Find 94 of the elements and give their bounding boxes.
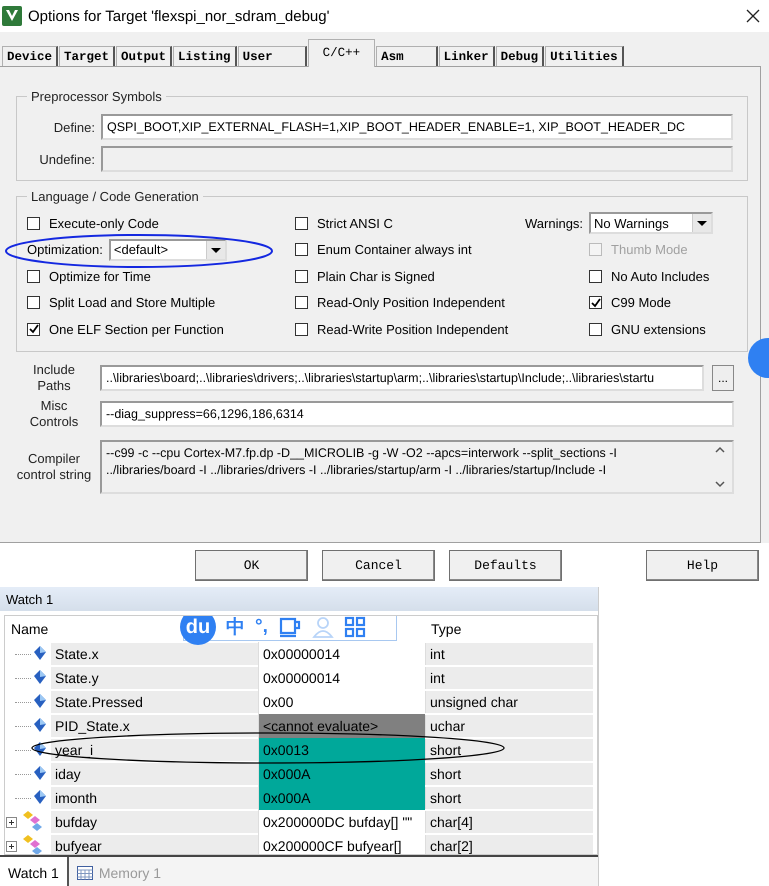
dropdown[interactable]: <default> xyxy=(108,238,227,261)
misc-controls-field[interactable]: --diag_suppress=66,1296,186,6314 xyxy=(100,400,734,426)
name-cell: bufday xyxy=(51,811,258,833)
type-cell: char[4] xyxy=(425,811,593,833)
value-cell: <cannot evaluate> xyxy=(258,714,425,738)
name-cell: State.x xyxy=(51,643,258,665)
group-title: Preprocessor Symbols xyxy=(30,89,163,104)
tab[interactable]: Listing xyxy=(173,46,237,66)
expand-icon[interactable] xyxy=(6,816,17,828)
checkbox[interactable] xyxy=(295,270,308,283)
table-icon xyxy=(76,866,93,880)
tab[interactable]: Debug xyxy=(496,46,544,66)
compiler-string-field[interactable]: --c99 -c --cpu Cortex-M7.fp.dp -D__MICROLIB -g -W -O2 --apcs=interwork --split_sections -I ../libraries/board -I ../libraries/drivers -I ../libraries/startup/arm -I ../libraries/startup/Include -I xyxy=(100,440,734,494)
dialog-button[interactable]: Defaults xyxy=(449,550,562,580)
type-cell: short xyxy=(425,787,593,809)
define-field[interactable]: QSPI_BOOT,XIP_EXTERNAL_FLASH=1,XIP_BOOT_HEADER_ENABLE=1, XIP_BOOT_HEADER_DC xyxy=(101,114,733,140)
checkbox-label: Optimize for Time xyxy=(49,268,151,284)
checkbox[interactable] xyxy=(295,296,308,310)
checkbox-label: Strict ANSI C xyxy=(317,216,393,231)
cup-icon[interactable] xyxy=(278,616,302,639)
name-cell: State.Pressed xyxy=(51,691,258,713)
type-cell: int xyxy=(425,667,593,689)
browse-button[interactable]: ... xyxy=(712,364,734,390)
tab[interactable]: Linker xyxy=(438,46,495,66)
type-cell: unsigned char xyxy=(425,691,593,713)
checkbox-label: GNU extensions xyxy=(611,322,706,337)
ime-button[interactable]: °, xyxy=(255,616,268,638)
checkbox-label: Plain Char is Signed xyxy=(317,268,435,284)
name-cell: State.y xyxy=(51,667,258,689)
panel-title: Watch 1 xyxy=(6,592,54,606)
name-cell: iday xyxy=(51,763,258,785)
checkbox-label: Enum Container always int xyxy=(317,242,472,258)
checkbox[interactable] xyxy=(27,296,40,310)
expand-icon[interactable] xyxy=(6,840,17,852)
field-label: Misc Controls xyxy=(28,398,80,430)
tab[interactable]: Utilities xyxy=(545,46,624,66)
checkbox-label: One ELF Section per Function xyxy=(49,322,224,337)
field-label: Include Paths xyxy=(32,362,76,394)
checkbox-label: Read-Only Position Independent xyxy=(317,295,505,310)
compiler-string-text: --c99 -c --cpu Cortex-M7.fp.dp -D__MICROLIB -g -W -O2 --apcs=interwork --split_sections -I ../libraries/board -I ../libraries/drivers -I ../libraries/startup/arm -I ../libraries/startup/Include -I xyxy=(106,444,618,479)
tab[interactable]: Output xyxy=(116,46,172,66)
ime-button[interactable]: 中 xyxy=(226,616,245,640)
checkbox-label: Execute-only Code xyxy=(49,216,159,231)
field-label: Undefine: xyxy=(38,152,95,166)
panel-tab[interactable]: Watch 1 xyxy=(0,857,69,886)
checkbox-label: Thumb Mode xyxy=(611,242,688,258)
checkbox[interactable] xyxy=(27,216,40,230)
field-label: Compiler control string xyxy=(16,450,92,482)
tab[interactable]: Asm xyxy=(376,46,438,66)
undefine-field[interactable] xyxy=(101,146,733,172)
group-title: Language / Code Generation xyxy=(30,189,200,204)
dropdown-label: Warnings: xyxy=(525,216,584,231)
column-header[interactable]: Type xyxy=(431,621,462,637)
checkbox[interactable] xyxy=(589,270,602,283)
type-cell: uchar xyxy=(425,715,593,737)
checkbox-label: No Auto Includes xyxy=(611,268,710,284)
dialog-button[interactable]: Help xyxy=(646,550,759,580)
name-cell: bufyear xyxy=(51,835,258,854)
checkbox-label: Read-Write Position Independent xyxy=(317,322,508,337)
type-cell: char[2] xyxy=(425,835,593,854)
checkbox[interactable] xyxy=(589,322,602,336)
ime-logo[interactable]: du xyxy=(180,616,216,645)
value-cell: 0x000A xyxy=(258,762,425,786)
checkbox[interactable] xyxy=(295,216,308,230)
scroll-down-icon[interactable] xyxy=(714,478,726,488)
dialog-button[interactable]: Cancel xyxy=(322,550,435,580)
type-cell: int xyxy=(425,643,593,665)
field-label: Define: xyxy=(52,120,95,134)
name-cell: PID_State.x xyxy=(51,715,258,737)
scroll-up-icon[interactable] xyxy=(714,444,726,454)
column-header[interactable]: Name xyxy=(11,621,48,637)
checkbox[interactable] xyxy=(589,296,602,310)
include-paths-field[interactable]: ..\libraries\board;..\libraries\drivers;..\libraries\startup\arm;..\libraries\startup\Include;..\libraries\startu xyxy=(100,364,704,390)
checkbox-label: C99 Mode xyxy=(611,295,672,310)
tab[interactable]: C/C++ xyxy=(308,39,376,67)
checkbox[interactable] xyxy=(27,270,40,283)
name-cell: imonth xyxy=(51,787,258,809)
checkbox[interactable] xyxy=(27,322,40,336)
checkbox-label: Split Load and Store Multiple xyxy=(49,295,216,310)
dialog-button[interactable]: OK xyxy=(195,550,308,580)
tab[interactable]: Target xyxy=(59,46,116,66)
type-cell: short xyxy=(425,739,593,761)
grid-icon[interactable] xyxy=(344,616,366,638)
dropdown-label: Optimization: xyxy=(27,242,103,258)
value-cell: 0x000A xyxy=(258,786,425,810)
dropdown[interactable]: No Warnings xyxy=(589,212,714,234)
tab[interactable]: Device xyxy=(2,46,58,66)
checkbox[interactable] xyxy=(295,243,308,256)
value-cell: 0x0013 xyxy=(258,738,425,762)
tab[interactable]: User xyxy=(238,46,307,66)
window-title: Options for Target 'flexspi_nor_sdram_debug' xyxy=(28,8,330,24)
close-icon[interactable] xyxy=(745,8,761,24)
checkbox[interactable] xyxy=(295,322,308,336)
type-cell: short xyxy=(425,763,593,785)
